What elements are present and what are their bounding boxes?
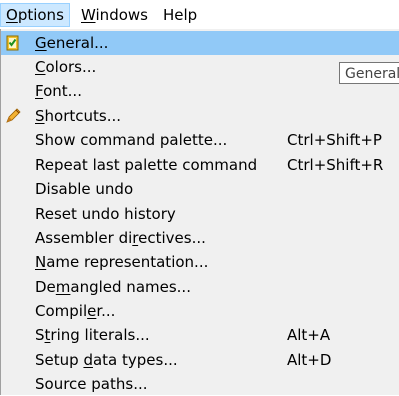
menu-windows-accel: W [81, 6, 96, 24]
menu-item-label: olors... [45, 58, 97, 76]
menu-item-accel: d [83, 351, 93, 369]
menu-item-shortcut: Alt+D [287, 351, 332, 369]
menu-item-accel: N [35, 253, 47, 271]
menu-item-general[interactable]: General... [1, 31, 399, 55]
menu-item-label-pre: Show command palette... [35, 131, 228, 149]
menu-item-label-pre: Setup [35, 351, 84, 369]
menu-item-label: eneral... [46, 34, 109, 52]
menu-item-label-pre: Disable undo [35, 180, 134, 198]
menu-item-compiler[interactable]: Compiler... [1, 299, 399, 323]
menu-item-accel: S [35, 107, 45, 125]
menu-item-label: angled names... [70, 278, 191, 296]
menu-item-assembler-directives[interactable]: Assembler directives... [1, 226, 399, 250]
menu-item-shortcut: Ctrl+Shift+R [287, 156, 384, 174]
menu-windows[interactable]: Windows [76, 3, 153, 27]
menu-item-label-pre: Source paths... [35, 375, 148, 393]
menu-item-label: hortcuts... [44, 107, 122, 125]
menu-item-accel: m [55, 278, 71, 296]
menu-options-accel: O [6, 6, 18, 24]
menu-item-accel: F [35, 82, 44, 100]
menu-options-label: ptions [17, 6, 64, 24]
menu-item-label-pre: S [35, 326, 45, 344]
menu-item-label: ata types... [92, 351, 178, 369]
tooltip-text: General [345, 66, 399, 82]
menu-item-label-pre: De [35, 278, 56, 296]
menu-item-label: ame representation... [46, 253, 209, 271]
menu-item-label-pre: Repeat last palette command [35, 156, 258, 174]
menu-item-label-pre: Reset undo history [35, 205, 176, 223]
menu-item-label: r... [96, 302, 116, 320]
menu-item-show-command-palette[interactable]: Show command palette... Ctrl+Shift+P [1, 128, 399, 152]
menu-item-accel: G [35, 34, 47, 52]
pencil-icon [6, 108, 21, 123]
menu-item-demangled-names[interactable]: Demangled names... [1, 275, 399, 299]
menu-help-label: elp [174, 6, 198, 24]
checklist-icon [6, 35, 19, 51]
tooltip: General [339, 62, 399, 84]
menu-item-shortcut: Ctrl+Shift+P [287, 131, 382, 149]
menu-item-label: ring literals... [50, 326, 150, 344]
menu-item-label: ectives... [138, 229, 206, 247]
menu-item-label: ont... [43, 82, 82, 100]
menu-options[interactable]: Options [0, 3, 70, 27]
menu-item-label-pre: Assembler di [35, 229, 133, 247]
menu-item-name-representation[interactable]: Name representation... [1, 250, 399, 274]
menu-help-label-pre: H [163, 6, 175, 24]
menu-item-accel: e [87, 302, 97, 320]
menu-item-shortcut: Alt+A [287, 326, 331, 344]
menu-item-repeat-last-palette-command[interactable]: Repeat last palette command Ctrl+Shift+R [1, 153, 399, 177]
menu-item-label-pre: Compil [35, 302, 88, 320]
menu-item-source-paths[interactable]: Source paths... [1, 372, 399, 396]
menu-windows-label: indows [95, 6, 148, 24]
menu-help[interactable]: Help [158, 3, 202, 27]
menu-item-disable-undo[interactable]: Disable undo [1, 177, 399, 201]
menu-bar: Options Windows Help [0, 0, 399, 30]
menu-item-string-literals[interactable]: String literals... Alt+A [1, 323, 399, 347]
menu-item-reset-undo-history[interactable]: Reset undo history [1, 202, 399, 226]
menu-item-accel: C [35, 58, 46, 76]
menu-item-shortcuts[interactable]: Shortcuts... [1, 104, 399, 128]
menu-item-setup-data-types[interactable]: Setup data types... Alt+D [1, 348, 399, 372]
